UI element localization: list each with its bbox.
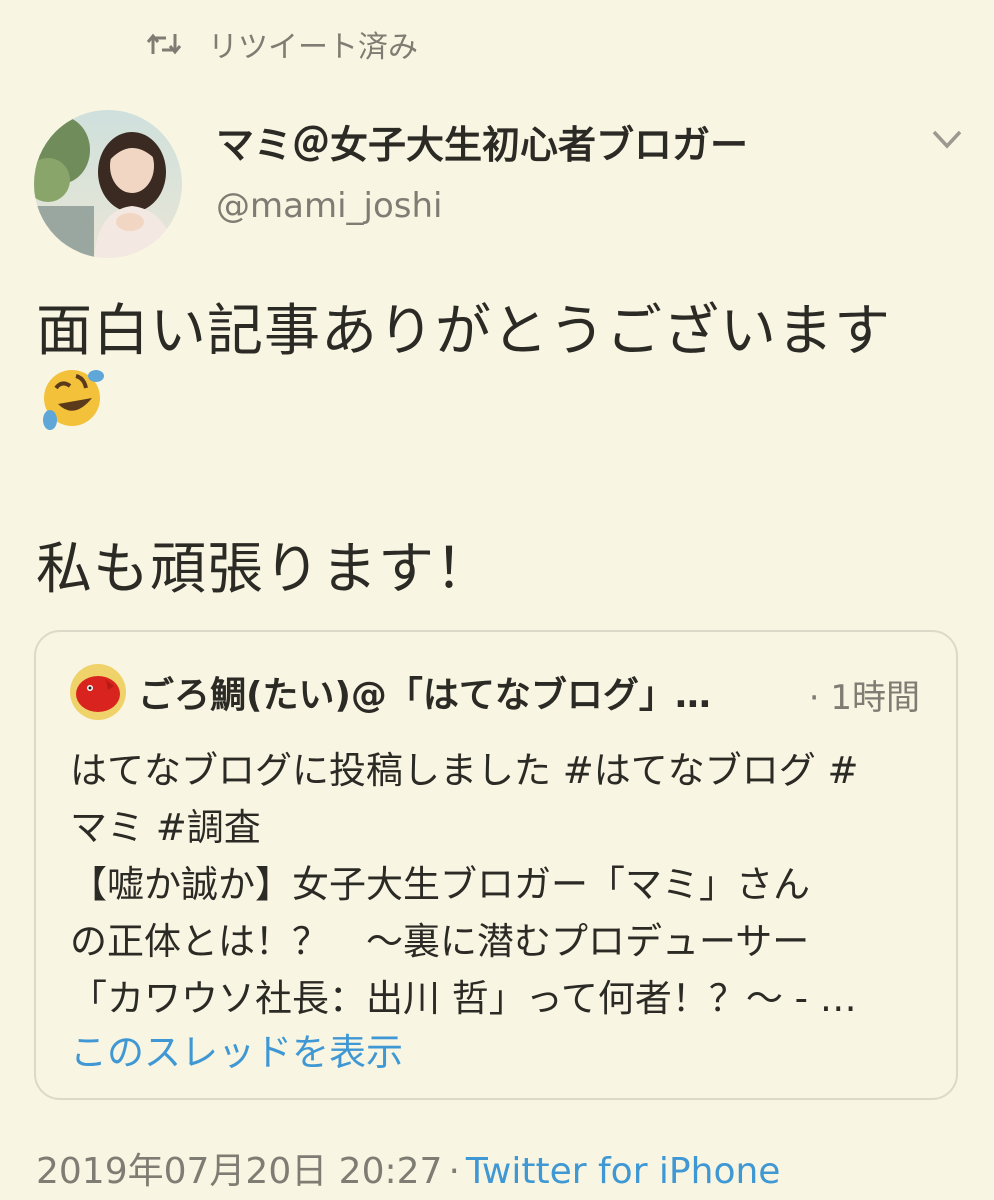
show-thread-link[interactable]: このスレッドを表示 (70, 1022, 403, 1076)
tweet-meta: 2019年07月20日 20:27 · Twitter for iPhone (36, 1142, 780, 1194)
retweet-icon (146, 30, 208, 58)
author-avatar[interactable] (34, 110, 182, 258)
quoted-author-name[interactable]: ごろ鯛(たい)@「はてなブログ」… (138, 666, 711, 718)
tweet-timestamp: 2019年07月20日 20:27 (36, 1151, 443, 1192)
tweet-text-line-1: 面白い記事ありがとうございます (36, 299, 891, 364)
chevron-down-icon[interactable] (928, 124, 966, 154)
rolling-laughing-emoji-icon (36, 362, 108, 434)
tweet-text-line-2: 私も頑張ります！ (36, 537, 492, 602)
tweet-client-link[interactable]: Twitter for iPhone (466, 1151, 781, 1192)
author-display-name[interactable]: マミ＠女子大生初心者ブロガー (216, 114, 748, 169)
retweet-label: リツイート済み (208, 30, 418, 65)
author-handle[interactable]: @mami_joshi (216, 186, 442, 226)
quoted-tweet-time: · 1時間 (808, 678, 920, 718)
quoted-text-line: の正体とは！？ ～裏に潜むプロデューサー (70, 920, 810, 963)
quoted-tweet-card[interactable]: ごろ鯛(たい)@「はてなブログ」… · 1時間 はてなブログに投稿しました #は… (34, 630, 958, 1100)
quoted-text-line: はてなブログに投稿しました #はてなブログ # (70, 749, 859, 792)
quoted-text-line: 「カワウソ社長：出川 哲」って何者！？～ - … (70, 977, 857, 1020)
quoted-author-avatar[interactable] (70, 664, 126, 720)
retweet-indicator: リツイート済み (146, 22, 418, 66)
meta-separator: · (448, 1151, 460, 1192)
quoted-text-line: マミ #調査 (70, 806, 261, 849)
quoted-text-line: 【嘘か誠か】女子大生ブロガー「マミ」さん (70, 863, 810, 906)
